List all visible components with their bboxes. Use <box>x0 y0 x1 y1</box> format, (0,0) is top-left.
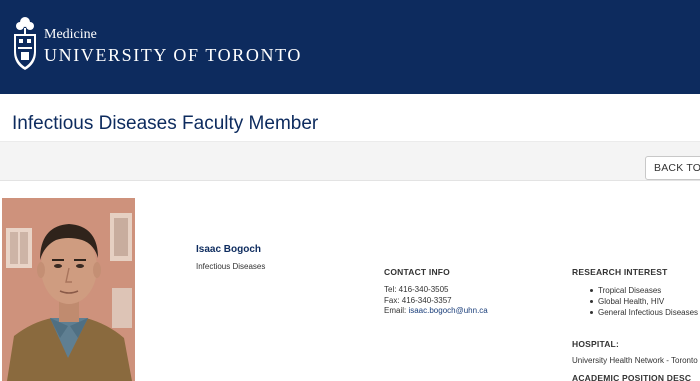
page-title: Infectious Diseases Faculty Member <box>12 113 319 134</box>
faculty-division: Infectious Diseases <box>196 262 266 271</box>
university-crest-icon <box>14 17 36 70</box>
university-name[interactable]: UNIVERSITY OF TORONTO <box>44 45 302 66</box>
faculty-subtitle: Medicine <box>44 27 97 42</box>
research-interest-item: Global Health, HIV <box>588 296 698 307</box>
profile-photo <box>2 198 135 381</box>
research-interest-list: Tropical Diseases Global Health, HIV Gen… <box>588 285 698 318</box>
site-header: Medicine UNIVERSITY OF TORONTO <box>0 0 700 94</box>
contact-email-row: Email: isaac.bogoch@uhn.ca <box>384 306 488 315</box>
academic-position-heading: ACADEMIC POSITION DESC <box>572 373 692 381</box>
toolbar <box>0 141 700 181</box>
hospital-value: University Health Network - Toronto <box>572 356 698 365</box>
hospital-heading: HOSPITAL: <box>572 339 619 349</box>
research-interest-heading: RESEARCH INTEREST <box>572 267 668 277</box>
research-interest-item: Tropical Diseases <box>588 285 698 296</box>
contact-email-link[interactable]: isaac.bogoch@uhn.ca <box>408 306 487 315</box>
faculty-name: Isaac Bogoch <box>196 244 262 255</box>
contact-tel: Tel: 416-340-3505 <box>384 285 449 294</box>
research-interest-item: General Infectious Diseases <box>588 307 698 318</box>
contact-fax: Fax: 416-340-3357 <box>384 296 452 305</box>
contact-email-label: Email: <box>384 306 409 315</box>
contact-info-heading: CONTACT INFO <box>384 267 450 277</box>
back-button[interactable]: BACK TO D <box>645 156 700 180</box>
